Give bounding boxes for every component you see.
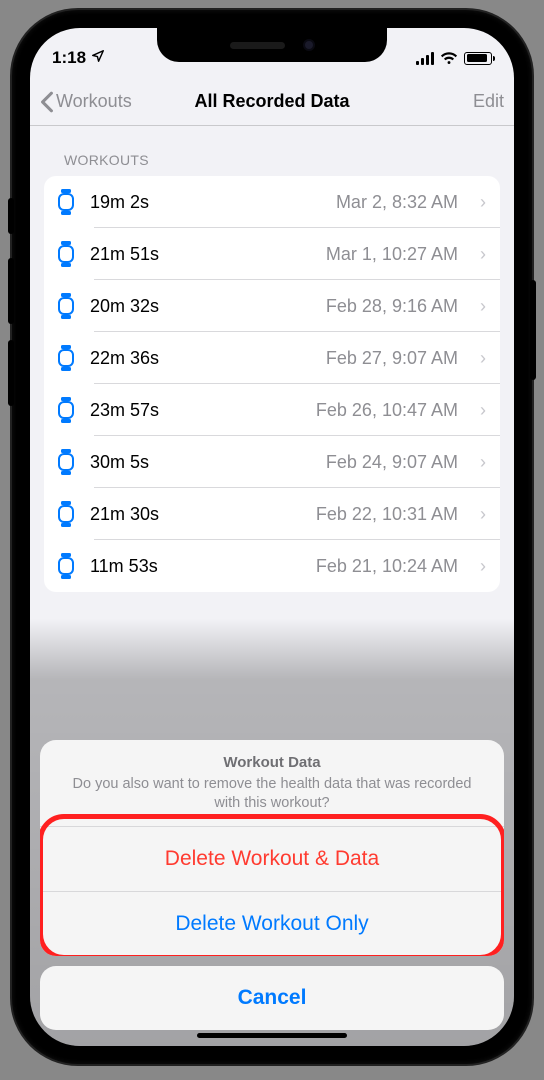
workout-duration: 23m 57s: [90, 400, 302, 421]
action-sheet-title: Workout Data: [62, 754, 482, 771]
workout-date: Feb 26, 10:47 AM: [316, 400, 458, 421]
action-sheet: Workout Data Do you also want to remove …: [40, 740, 504, 1030]
chevron-right-icon: ›: [480, 400, 486, 421]
workout-date: Mar 2, 8:32 AM: [336, 192, 458, 213]
notch: [157, 28, 387, 62]
delete-workout-only-button[interactable]: Delete Workout Only: [40, 891, 504, 956]
workout-duration: 22m 36s: [90, 348, 312, 369]
workout-date: Feb 22, 10:31 AM: [316, 504, 458, 525]
apple-watch-icon: [56, 188, 76, 216]
workout-row[interactable]: 11m 53s Feb 21, 10:24 AM ›: [44, 540, 500, 592]
location-icon: [91, 48, 105, 68]
cancel-button[interactable]: Cancel: [40, 966, 504, 1030]
workout-date: Mar 1, 10:27 AM: [326, 244, 458, 265]
workout-date: Feb 28, 9:16 AM: [326, 296, 458, 317]
workout-row[interactable]: 20m 32s Feb 28, 9:16 AM ›: [44, 280, 500, 332]
chevron-right-icon: ›: [480, 348, 486, 369]
workout-duration: 21m 51s: [90, 244, 312, 265]
wifi-icon: [440, 51, 458, 65]
workout-duration: 20m 32s: [90, 296, 312, 317]
workouts-list: 19m 2s Mar 2, 8:32 AM › 21m 51s Mar 1, 1…: [44, 176, 500, 592]
apple-watch-icon: [56, 552, 76, 580]
back-label: Workouts: [56, 91, 132, 112]
home-indicator[interactable]: [197, 1033, 347, 1038]
phone-frame: 1:18 Workouts All Recorded Data Edit: [12, 10, 532, 1064]
apple-watch-icon: [56, 448, 76, 476]
apple-watch-icon: [56, 500, 76, 528]
action-sheet-message: Do you also want to remove the health da…: [62, 775, 482, 814]
workout-duration: 19m 2s: [90, 192, 322, 213]
workout-date: Feb 21, 10:24 AM: [316, 556, 458, 577]
screen: 1:18 Workouts All Recorded Data Edit: [30, 28, 514, 1046]
chevron-right-icon: ›: [480, 452, 486, 473]
apple-watch-icon: [56, 292, 76, 320]
back-button[interactable]: Workouts: [40, 91, 132, 113]
chevron-right-icon: ›: [480, 556, 486, 577]
action-sheet-header: Workout Data Do you also want to remove …: [40, 740, 504, 827]
chevron-right-icon: ›: [480, 296, 486, 317]
cellular-icon: [416, 52, 434, 65]
delete-workout-and-data-button[interactable]: Delete Workout & Data: [40, 827, 504, 891]
battery-icon: [464, 52, 492, 65]
chevron-right-icon: ›: [480, 192, 486, 213]
workout-duration: 30m 5s: [90, 452, 312, 473]
apple-watch-icon: [56, 240, 76, 268]
chevron-right-icon: ›: [480, 504, 486, 525]
workout-row[interactable]: 21m 30s Feb 22, 10:31 AM ›: [44, 488, 500, 540]
workout-row[interactable]: 23m 57s Feb 26, 10:47 AM ›: [44, 384, 500, 436]
edit-button[interactable]: Edit: [473, 91, 504, 112]
workout-duration: 21m 30s: [90, 504, 302, 525]
section-header: WORKOUTS: [30, 126, 514, 176]
workout-row[interactable]: 30m 5s Feb 24, 9:07 AM ›: [44, 436, 500, 488]
workout-row[interactable]: 22m 36s Feb 27, 9:07 AM ›: [44, 332, 500, 384]
workout-date: Feb 27, 9:07 AM: [326, 348, 458, 369]
workout-duration: 11m 53s: [90, 556, 302, 577]
apple-watch-icon: [56, 396, 76, 424]
navigation-bar: Workouts All Recorded Data Edit: [30, 78, 514, 126]
chevron-right-icon: ›: [480, 244, 486, 265]
workout-row[interactable]: 19m 2s Mar 2, 8:32 AM ›: [44, 176, 500, 228]
apple-watch-icon: [56, 344, 76, 372]
status-time: 1:18: [52, 48, 86, 68]
workout-date: Feb 24, 9:07 AM: [326, 452, 458, 473]
workout-row[interactable]: 21m 51s Mar 1, 10:27 AM ›: [44, 228, 500, 280]
